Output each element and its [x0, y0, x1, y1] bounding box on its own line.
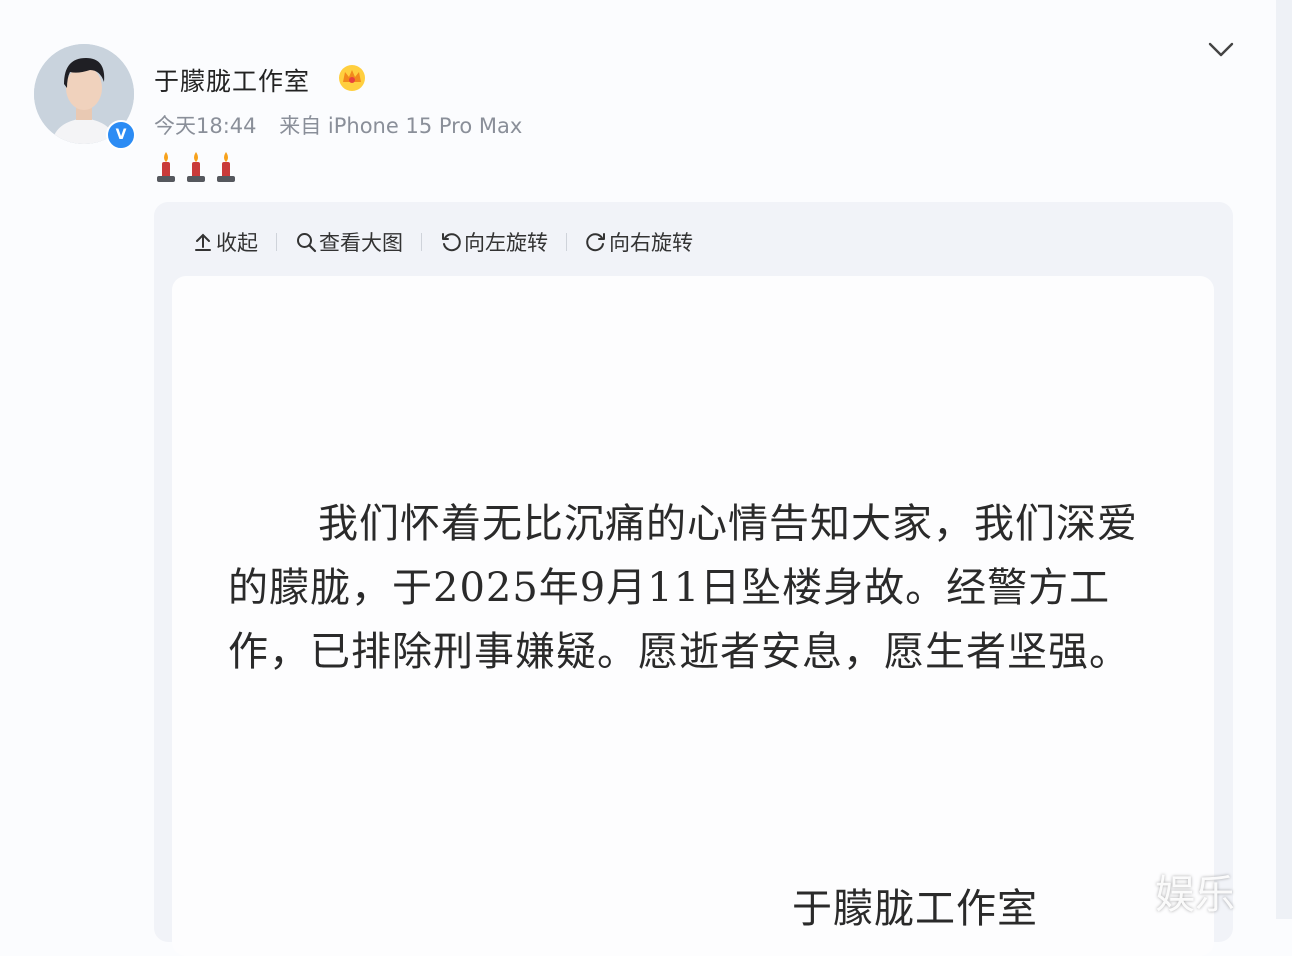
post-source: 来自 iPhone 15 Pro Max: [279, 114, 523, 138]
post-meta: 今天18:44 来自 iPhone 15 Pro Max: [154, 110, 522, 140]
candle-icon: [157, 152, 175, 182]
arrow-up-icon: [195, 233, 211, 251]
toolbar-divider: [566, 233, 567, 251]
view-large-button[interactable]: 查看大图: [295, 227, 403, 257]
author-name[interactable]: 于朦胧工作室: [154, 62, 310, 98]
rotate-right-label: 向右旋转: [609, 231, 693, 255]
collapse-button[interactable]: 收起: [192, 227, 258, 257]
candle-icon: [187, 152, 205, 182]
rotate-left-label: 向左旋转: [464, 231, 548, 255]
rotate-right-button[interactable]: 向右旋转: [585, 227, 693, 257]
toolbar-divider: [421, 233, 422, 251]
crown-icon[interactable]: [336, 62, 368, 92]
candle-icon: [217, 152, 235, 182]
source-watermark: 娱乐: [1155, 872, 1235, 918]
image-viewer: 收起 查看大图 向左旋转 向右旋转 我们怀着无比沉痛的心情告知大家，我们深爱的朦…: [154, 202, 1233, 956]
rotate-left-button[interactable]: 向左旋转: [440, 227, 548, 257]
weibo-post-card: V 于朦胧工作室 今天18:44 来自 iPhone 15 Pro Max 收起…: [0, 0, 1276, 956]
statement-text: 我们怀着无比沉痛的心情告知大家，我们深爱的朦胧，于2025年9月11日坠楼身故。…: [228, 501, 1138, 675]
view-large-label: 查看大图: [319, 231, 403, 255]
search-icon: [297, 233, 317, 253]
chevron-down-icon[interactable]: [1206, 38, 1236, 62]
post-body-icons: [157, 152, 235, 182]
image-toolbar: 收起 查看大图 向左旋转 向右旋转: [192, 226, 693, 258]
statement-signature: 于朦胧工作室: [792, 886, 1038, 932]
verified-badge-icon: V: [106, 120, 136, 150]
post-image[interactable]: 我们怀着无比沉痛的心情告知大家，我们深爱的朦胧，于2025年9月11日坠楼身故。…: [172, 276, 1214, 956]
rotate-left-icon: [442, 233, 461, 252]
scrollbar-track[interactable]: [1276, 0, 1292, 919]
post-time[interactable]: 今天18:44: [154, 114, 257, 138]
rotate-right-icon: [586, 233, 605, 252]
collapse-label: 收起: [216, 231, 258, 255]
toolbar-divider: [276, 233, 277, 251]
